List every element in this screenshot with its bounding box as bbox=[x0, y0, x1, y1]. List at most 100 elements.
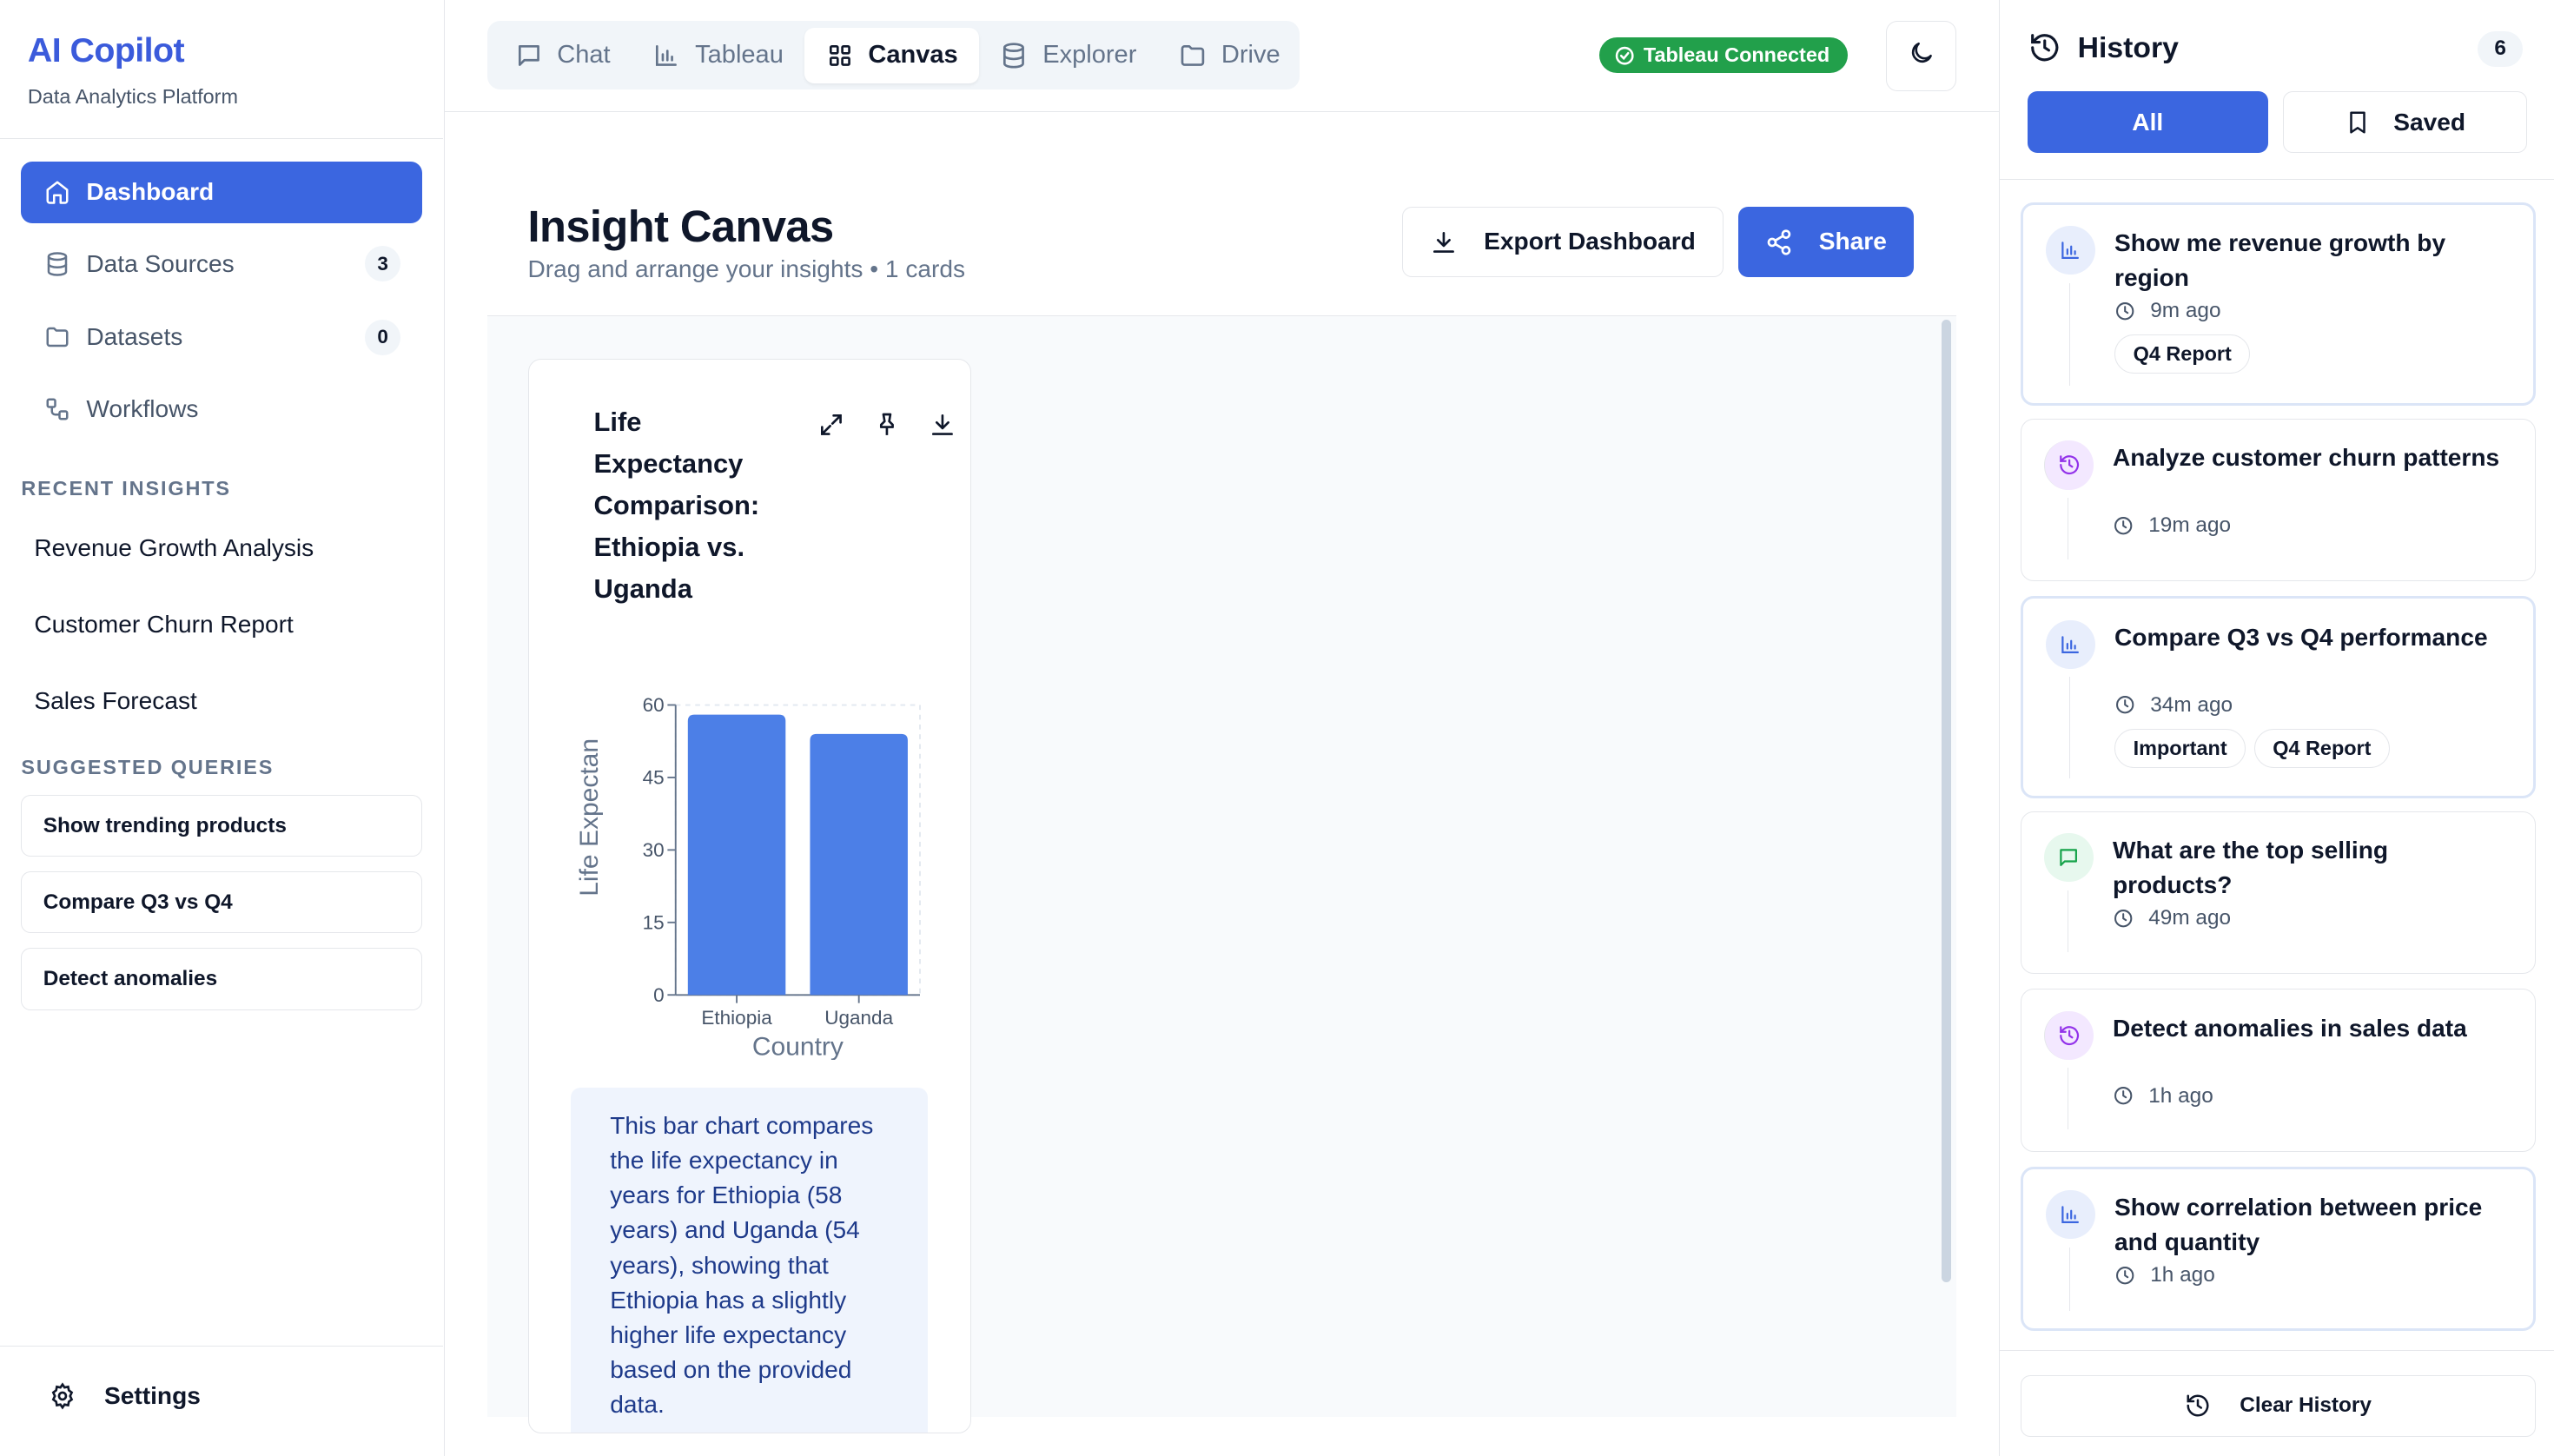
chat-icon bbox=[2044, 833, 2094, 883]
history-time-text: 19m ago bbox=[2148, 513, 2232, 538]
share-button[interactable]: Share bbox=[1737, 207, 1915, 277]
recent-insight-link[interactable]: Customer Churn Report bbox=[34, 611, 293, 639]
sidebar-item-workflows[interactable]: Workflows bbox=[21, 378, 421, 440]
download-icon[interactable] bbox=[928, 410, 957, 440]
gear-icon bbox=[49, 1381, 78, 1411]
history-time-text: 34m ago bbox=[2150, 692, 2233, 717]
chart-icon bbox=[2046, 225, 2095, 275]
divider bbox=[0, 138, 443, 139]
tab-label: Tableau bbox=[695, 41, 784, 69]
settings-button[interactable]: Settings bbox=[49, 1381, 201, 1411]
history-time: 1h ago bbox=[2114, 1263, 2215, 1287]
tag-badge[interactable]: Q4 Report bbox=[2253, 728, 2391, 768]
moon-icon bbox=[1908, 39, 1935, 74]
tab-label: Canvas bbox=[868, 41, 958, 69]
history-item[interactable]: Analyze customer churn patterns 19m ago bbox=[2021, 418, 2536, 582]
tab-drive[interactable]: Drive bbox=[1158, 28, 1301, 83]
divider bbox=[1999, 179, 2554, 180]
history-time-text: 9m ago bbox=[2150, 298, 2221, 322]
check-circle-icon bbox=[1614, 45, 1635, 66]
pin-icon[interactable] bbox=[872, 410, 902, 440]
chart-icon bbox=[2046, 619, 2095, 669]
x-tick-label: Uganda bbox=[824, 1007, 893, 1029]
recent-insight-link[interactable]: Sales Forecast bbox=[34, 687, 196, 715]
app-root: AI Copilot Data Analytics Platform Dashb… bbox=[0, 0, 2554, 1456]
folder-icon bbox=[1179, 42, 1207, 69]
status-text: Tableau Connected bbox=[1643, 43, 1830, 67]
history-query: Show me revenue growth by region bbox=[2114, 228, 2446, 291]
recent-insight-link[interactable]: Revenue Growth Analysis bbox=[34, 534, 314, 562]
export-label: Export Dashboard bbox=[1484, 228, 1696, 255]
filter-saved-button[interactable]: Saved bbox=[2282, 91, 2528, 154]
top-tabs: Chat Tableau Canvas Explorer Drive bbox=[486, 21, 1301, 90]
history-query: Analyze customer churn patterns bbox=[2113, 444, 2500, 472]
tab-chat[interactable]: Chat bbox=[493, 28, 632, 83]
clear-history-button[interactable]: Clear History bbox=[2021, 1374, 2536, 1437]
theme-toggle-button[interactable] bbox=[1886, 21, 1956, 91]
clear-history-label: Clear History bbox=[2240, 1393, 2372, 1418]
workflow-icon bbox=[43, 394, 72, 424]
history-item[interactable]: Show me revenue growth by region 9m ago Q4… bbox=[2021, 202, 2536, 406]
clock-icon bbox=[2113, 908, 2134, 929]
history-count-badge: 6 bbox=[2477, 30, 2524, 67]
bookmark-icon bbox=[2345, 109, 2371, 136]
expand-icon[interactable] bbox=[817, 410, 846, 440]
suggested-query-button[interactable]: Show trending products bbox=[21, 795, 422, 857]
clock-icon bbox=[2113, 1085, 2134, 1106]
export-dashboard-button[interactable]: Export Dashboard bbox=[1402, 207, 1724, 277]
history-time-text: 1h ago bbox=[2148, 1083, 2213, 1108]
y-tick-label: 30 bbox=[642, 838, 664, 860]
suggested-query-button[interactable]: Compare Q3 vs Q4 bbox=[21, 871, 422, 934]
history-icon bbox=[2028, 31, 2061, 64]
tab-explorer[interactable]: Explorer bbox=[979, 28, 1158, 83]
chart-icon bbox=[2046, 1189, 2095, 1240]
bar bbox=[687, 714, 785, 995]
history-query: Detect anomalies in sales data bbox=[2113, 1014, 2467, 1042]
scrollbar[interactable] bbox=[1942, 319, 1952, 1282]
history-icon bbox=[2044, 440, 2094, 490]
suggested-query-button[interactable]: Detect anomalies bbox=[21, 948, 422, 1010]
timeline-rail bbox=[2068, 282, 2071, 386]
history-tags: Important Q4 Report bbox=[2114, 728, 2398, 768]
filter-saved-label: Saved bbox=[2393, 108, 2466, 136]
share-label: Share bbox=[1818, 228, 1887, 255]
home-icon bbox=[43, 177, 72, 207]
sidebar-item-data-sources[interactable]: Data Sources 3 bbox=[21, 233, 421, 295]
history-time: 34m ago bbox=[2114, 693, 2233, 718]
count-badge: 0 bbox=[365, 319, 401, 355]
count-badge: 3 bbox=[365, 246, 401, 282]
history-item[interactable]: What are the top selling products? 49m ag… bbox=[2021, 811, 2536, 975]
card-title: Life Expectancy Comparison: Ethiopia vs.… bbox=[593, 407, 760, 605]
bar bbox=[809, 733, 908, 995]
timeline-rail bbox=[2068, 1247, 2071, 1311]
history-item[interactable]: Show correlation between price and quant… bbox=[2021, 1166, 2536, 1331]
canvas-header: Insight Canvas Drag and arrange your ins… bbox=[486, 155, 1956, 316]
sidebar-item-label: Data Sources bbox=[86, 249, 235, 277]
filter-all-button[interactable]: All bbox=[2027, 91, 2268, 154]
brand-subtitle: Data Analytics Platform bbox=[27, 84, 238, 108]
timeline-rail bbox=[2067, 1068, 2069, 1130]
database-icon bbox=[1000, 42, 1028, 69]
insight-card[interactable]: Life Expectancy Comparison: Ethiopia vs.… bbox=[527, 358, 971, 1433]
tag-badge[interactable]: Important bbox=[2114, 728, 2246, 768]
legend-label: value bbox=[725, 1056, 787, 1060]
canvas-area: Insight Canvas Drag and arrange your ins… bbox=[486, 155, 1956, 1433]
tab-tableau[interactable]: Tableau bbox=[632, 28, 804, 83]
history-item[interactable]: Compare Q3 vs Q4 performance 34m ago Impor… bbox=[2021, 596, 2536, 798]
recent-insights-heading: RECENT INSIGHTS bbox=[21, 477, 231, 500]
card-actions bbox=[817, 410, 969, 440]
tab-label: Chat bbox=[557, 41, 611, 69]
folder-icon bbox=[43, 322, 72, 352]
tab-canvas[interactable]: Canvas bbox=[804, 27, 980, 83]
sidebar-item-dashboard[interactable]: Dashboard bbox=[21, 161, 422, 223]
bar-chart: 0 15 30 45 60 Ethiopia Uganda Country Life Expec… bbox=[574, 694, 921, 1060]
sidebar-item-datasets[interactable]: Datasets 0 bbox=[21, 307, 421, 368]
tag-badge[interactable]: Q4 Report bbox=[2114, 334, 2251, 374]
history-item[interactable]: Detect anomalies in sales data 1h ago bbox=[2021, 989, 2536, 1152]
y-tick-label: 45 bbox=[642, 766, 664, 788]
history-panel: History 6 All Saved Show me revenue grow… bbox=[1998, 0, 2554, 1456]
tab-label: Drive bbox=[1221, 41, 1280, 69]
bar-chart-icon bbox=[652, 42, 680, 69]
timeline-rail bbox=[2067, 497, 2069, 560]
tab-label: Explorer bbox=[1042, 41, 1137, 69]
